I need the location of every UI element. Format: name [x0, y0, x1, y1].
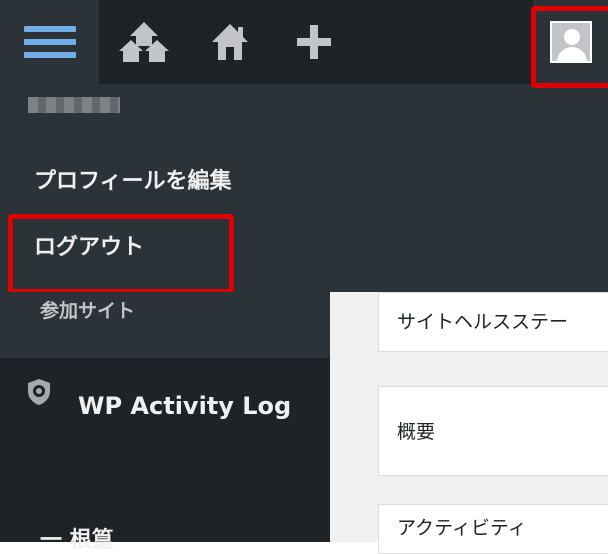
sidebar-item-partial[interactable]: 一 根篁	[40, 522, 114, 554]
card-title: アクティビティ	[397, 517, 527, 539]
hamburger-menu-icon	[23, 19, 76, 65]
edit-profile-link[interactable]: プロフィールを編集	[34, 168, 232, 196]
activity-card[interactable]: アクティビティ	[378, 504, 608, 554]
admin-sidebar: 参加サイト WP Activity Log 一 根篁	[0, 292, 330, 553]
plus-icon	[297, 25, 331, 59]
home-icon	[212, 24, 248, 60]
sidebar-item-wp-activity-log[interactable]: WP Activity Log	[78, 386, 308, 426]
username-redacted[interactable]	[28, 97, 120, 113]
overview-card[interactable]: 概要	[378, 386, 608, 476]
site-home-button[interactable]	[190, 0, 270, 84]
card-title: 概要	[397, 421, 436, 443]
site-health-card[interactable]: サイトヘルスステー	[378, 292, 608, 352]
main-content: サイトヘルスステー 概要 アクティビティ	[330, 292, 608, 554]
sidebar-item-sites[interactable]: 参加サイト	[40, 296, 135, 323]
my-sites-icon	[119, 22, 169, 62]
card-title: サイトヘルスステー	[397, 311, 569, 333]
new-content-button[interactable]	[274, 0, 354, 84]
admin-bar	[0, 0, 608, 84]
my-sites-button[interactable]	[104, 0, 184, 84]
menu-toggle-button[interactable]	[0, 0, 99, 84]
logout-highlight	[8, 214, 234, 294]
account-highlight	[531, 6, 608, 88]
shield-icon	[28, 379, 50, 405]
sites-submenu: 参加サイト	[0, 292, 330, 358]
